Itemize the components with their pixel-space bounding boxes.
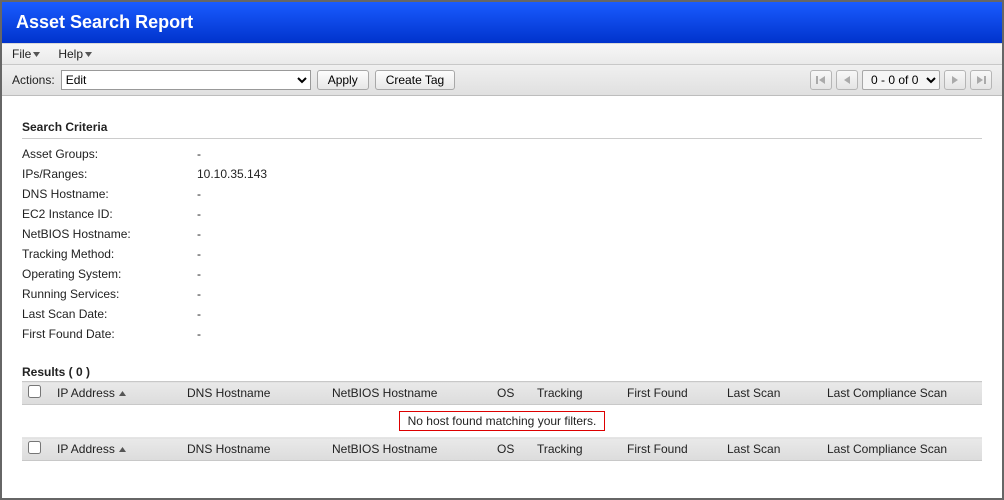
- col-last-compliance-scan-header[interactable]: Last Compliance Scan: [821, 382, 982, 405]
- criteria-value: -: [197, 245, 201, 263]
- criteria-value: -: [197, 305, 201, 323]
- criteria-value: -: [197, 145, 201, 163]
- criteria-row: EC2 Instance ID: -: [22, 205, 982, 223]
- sort-asc-icon: [119, 391, 126, 396]
- last-page-icon: [976, 75, 986, 85]
- criteria-divider: [22, 138, 982, 139]
- criteria-row: First Found Date: -: [22, 325, 982, 343]
- criteria-label: Last Scan Date:: [22, 305, 197, 323]
- select-all-checkbox[interactable]: [28, 385, 41, 398]
- criteria-row: Asset Groups: -: [22, 145, 982, 163]
- criteria-row: Last Scan Date: -: [22, 305, 982, 323]
- criteria-label: First Found Date:: [22, 325, 197, 343]
- actions-bar: Actions: Edit Apply Create Tag 0 - 0 of …: [2, 65, 1002, 96]
- criteria-value: -: [197, 325, 201, 343]
- col-netbios-hostname-footer[interactable]: NetBIOS Hostname: [326, 438, 491, 461]
- actions-label: Actions:: [12, 73, 55, 87]
- pager-last-button[interactable]: [970, 70, 992, 90]
- create-tag-button[interactable]: Create Tag: [375, 70, 455, 90]
- criteria-row: Tracking Method: -: [22, 245, 982, 263]
- criteria-row: Operating System: -: [22, 265, 982, 283]
- pager: 0 - 0 of 0: [810, 70, 992, 90]
- criteria-label: Running Services:: [22, 285, 197, 303]
- col-tracking-footer[interactable]: Tracking: [531, 438, 621, 461]
- col-first-found-header[interactable]: First Found: [621, 382, 721, 405]
- page-title: Asset Search Report: [16, 12, 193, 32]
- criteria-value: -: [197, 205, 201, 223]
- criteria-row: Running Services: -: [22, 285, 982, 303]
- col-dns-hostname-footer[interactable]: DNS Hostname: [181, 438, 326, 461]
- no-results-message: No host found matching your filters.: [399, 411, 606, 431]
- criteria-value: -: [197, 225, 201, 243]
- menu-file-label: File: [12, 47, 31, 61]
- criteria-label: EC2 Instance ID:: [22, 205, 197, 223]
- menu-bar: File Help: [2, 43, 1002, 65]
- criteria-label: DNS Hostname:: [22, 185, 197, 203]
- table-footer-row: IP Address DNS Hostname NetBIOS Hostname…: [22, 438, 982, 461]
- pager-next-button[interactable]: [944, 70, 966, 90]
- col-tracking-header[interactable]: Tracking: [531, 382, 621, 405]
- first-page-icon: [816, 75, 826, 85]
- col-dns-hostname-header[interactable]: DNS Hostname: [181, 382, 326, 405]
- criteria-label: Tracking Method:: [22, 245, 197, 263]
- criteria-row: DNS Hostname: -: [22, 185, 982, 203]
- pager-first-button[interactable]: [810, 70, 832, 90]
- col-last-compliance-scan-footer[interactable]: Last Compliance Scan: [821, 438, 982, 461]
- col-ip-address-footer[interactable]: IP Address: [57, 442, 126, 456]
- table-header-row: IP Address DNS Hostname NetBIOS Hostname…: [22, 382, 982, 405]
- menu-help-label: Help: [58, 47, 83, 61]
- empty-row: No host found matching your filters.: [22, 405, 982, 438]
- criteria-row: NetBIOS Hostname: -: [22, 225, 982, 243]
- results-table: IP Address DNS Hostname NetBIOS Hostname…: [22, 381, 982, 461]
- actions-select[interactable]: Edit: [61, 70, 311, 90]
- criteria-heading: Search Criteria: [22, 120, 982, 134]
- criteria-label: NetBIOS Hostname:: [22, 225, 197, 243]
- col-last-scan-footer[interactable]: Last Scan: [721, 438, 821, 461]
- criteria-label: IPs/Ranges:: [22, 165, 197, 183]
- col-netbios-hostname-header[interactable]: NetBIOS Hostname: [326, 382, 491, 405]
- content-area: Search Criteria Asset Groups: - IPs/Rang…: [2, 96, 1002, 479]
- chevron-down-icon: [33, 52, 40, 57]
- criteria-value: -: [197, 285, 201, 303]
- chevron-left-icon: [842, 75, 852, 85]
- criteria-value: 10.10.35.143: [197, 165, 267, 183]
- col-os-footer[interactable]: OS: [491, 438, 531, 461]
- menu-file[interactable]: File: [12, 47, 40, 61]
- pager-prev-button[interactable]: [836, 70, 858, 90]
- criteria-label: Asset Groups:: [22, 145, 197, 163]
- col-ip-address-header[interactable]: IP Address: [57, 386, 126, 400]
- sort-asc-icon: [119, 447, 126, 452]
- select-all-checkbox-bottom[interactable]: [28, 441, 41, 454]
- col-os-header[interactable]: OS: [491, 382, 531, 405]
- criteria-value: -: [197, 185, 201, 203]
- criteria-row: IPs/Ranges: 10.10.35.143: [22, 165, 982, 183]
- col-last-scan-header[interactable]: Last Scan: [721, 382, 821, 405]
- criteria-value: -: [197, 265, 201, 283]
- results-heading: Results ( 0 ): [22, 365, 982, 379]
- pager-range-select[interactable]: 0 - 0 of 0: [862, 70, 940, 90]
- chevron-down-icon: [85, 52, 92, 57]
- criteria-label: Operating System:: [22, 265, 197, 283]
- page-header: Asset Search Report: [2, 2, 1002, 43]
- main-scroll[interactable]: Asset Search Report File Help Actions: E…: [2, 2, 1002, 498]
- apply-button[interactable]: Apply: [317, 70, 369, 90]
- chevron-right-icon: [950, 75, 960, 85]
- col-first-found-footer[interactable]: First Found: [621, 438, 721, 461]
- menu-help[interactable]: Help: [58, 47, 92, 61]
